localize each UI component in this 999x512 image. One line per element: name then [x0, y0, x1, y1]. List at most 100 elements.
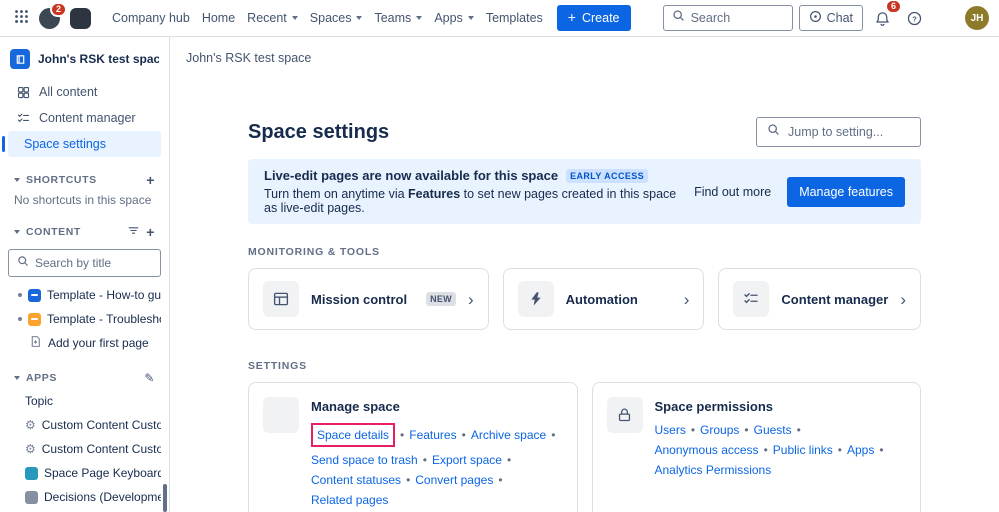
app-item-custom-content-1[interactable]: Custom Content Custo...: [8, 413, 161, 437]
separator-dot: •: [406, 473, 411, 487]
link-space-details[interactable]: Space details: [317, 428, 389, 442]
early-access-badge: EARLY ACCESS: [566, 168, 649, 183]
product-logo-icon[interactable]: [70, 7, 91, 29]
nav-templates-label: Templates: [485, 11, 543, 25]
decisions-app-icon: [25, 490, 38, 504]
sidebar-item-space-settings[interactable]: Space settings: [2, 131, 161, 157]
app-item-keyboard-shortcuts[interactable]: Space Page Keyboard ...: [8, 461, 161, 485]
user-avatar[interactable]: JH: [965, 6, 989, 30]
shortcuts-section-header[interactable]: SHORTCUTS: [8, 169, 161, 191]
tree-item-template-howto[interactable]: Template - How-to gui...: [8, 283, 161, 307]
link-users[interactable]: Users: [655, 423, 686, 437]
tree-item-template-troubleshoot[interactable]: Template - Troublesho...: [8, 307, 161, 331]
gear-icon: [25, 419, 36, 431]
link-groups[interactable]: Groups: [700, 423, 739, 437]
notifications-count-badge: 6: [884, 0, 902, 14]
manage-space-card: Manage space Space details • Features • …: [248, 382, 578, 512]
content-section-header[interactable]: CONTENT: [8, 221, 161, 243]
create-button[interactable]: Create: [556, 5, 631, 31]
app-item-decisions[interactable]: Decisions (Development): [8, 485, 161, 509]
link-features[interactable]: Features: [409, 428, 456, 442]
link-guests[interactable]: Guests: [754, 423, 792, 437]
add-shortcut-button[interactable]: [146, 173, 155, 187]
chevron-right-icon: [468, 291, 474, 308]
chat-button[interactable]: Chat: [798, 5, 863, 31]
global-search-input[interactable]: [690, 11, 784, 25]
notifications-button[interactable]: 6: [869, 0, 902, 31]
content-manager-card[interactable]: Content manager: [718, 268, 921, 330]
help-button[interactable]: ?: [901, 5, 927, 31]
link-send-space-to-trash[interactable]: Send space to trash: [311, 453, 418, 467]
tree-bullet: [18, 317, 22, 321]
main-content: John's RSK test space Space settings Liv…: [170, 37, 999, 512]
app-avatar[interactable]: 2: [39, 1, 67, 29]
find-out-more-link[interactable]: Find out more: [694, 185, 771, 199]
nav-spaces[interactable]: Spaces: [304, 5, 369, 31]
jump-to-setting-input[interactable]: [788, 125, 910, 139]
separator-dot: •: [422, 453, 427, 467]
link-related-pages[interactable]: Related pages: [311, 493, 388, 507]
app-item-label: Topic: [25, 394, 54, 408]
chevron-down-icon: [14, 178, 20, 182]
link-anonymous-access[interactable]: Anonymous access: [655, 443, 759, 457]
app-item-label: Decisions (Development): [44, 490, 161, 504]
add-content-button[interactable]: [146, 225, 155, 239]
space-name: John's RSK test space: [38, 52, 159, 66]
nav-company-hub[interactable]: Company hub: [106, 5, 196, 31]
link-analytics-permissions[interactable]: Analytics Permissions: [655, 463, 772, 477]
tree-item-label: Template - Troublesho...: [47, 312, 161, 326]
gear-icon: [25, 443, 36, 455]
global-search[interactable]: [662, 5, 793, 31]
nav-templates[interactable]: Templates: [480, 5, 549, 31]
app-item-topic[interactable]: Topic: [8, 389, 161, 413]
separator-dot: •: [551, 428, 556, 442]
separator-dot: •: [744, 423, 749, 437]
link-archive-space[interactable]: Archive space: [471, 428, 546, 442]
link-apps[interactable]: Apps: [847, 443, 874, 457]
separator-dot: •: [498, 473, 503, 487]
svg-text:?: ?: [912, 14, 917, 23]
mission-control-card[interactable]: Mission control NEW: [248, 268, 489, 330]
manage-features-button[interactable]: Manage features: [787, 176, 905, 207]
nav-recent[interactable]: Recent: [241, 5, 304, 31]
sidebar-search[interactable]: [8, 249, 161, 277]
tree-bullet: [18, 293, 22, 297]
app-item-custom-content-2[interactable]: Custom Content Custo...: [8, 437, 161, 461]
tree-item-add-first-page[interactable]: Add your first page: [8, 331, 161, 355]
apps-section-header[interactable]: APPS: [8, 367, 161, 389]
separator-dot: •: [837, 443, 842, 457]
app-switcher-button[interactable]: [8, 5, 34, 31]
nav-apps[interactable]: Apps: [428, 5, 480, 31]
chevron-right-icon: [900, 291, 906, 308]
link-content-statuses[interactable]: Content statuses: [311, 473, 401, 487]
separator-dot: •: [879, 443, 884, 457]
nav-home[interactable]: Home: [196, 5, 241, 31]
separator-dot: •: [400, 428, 405, 442]
manage-space-title: Manage space: [311, 399, 400, 414]
sidebar-search-input[interactable]: [35, 256, 152, 270]
plus-icon: [568, 11, 576, 25]
link-public-links[interactable]: Public links: [773, 443, 833, 457]
automation-card[interactable]: Automation: [502, 268, 705, 330]
nav-teams[interactable]: Teams: [368, 5, 428, 31]
separator-dot: •: [796, 423, 801, 437]
card-label: Automation: [565, 291, 638, 307]
app-item-label: Space Page Keyboard ...: [44, 466, 161, 480]
space-permissions-links: Users • Groups • Guests • Anonymous acce…: [655, 423, 907, 477]
filter-icon[interactable]: [127, 224, 140, 240]
jump-to-setting-search[interactable]: [756, 117, 921, 147]
sidebar-item-all-content[interactable]: All content: [8, 79, 161, 105]
sidebar-item-content-manager[interactable]: Content manager: [8, 105, 161, 131]
top-navigation-bar: 2 Company hub Home Recent Spaces Teams A…: [0, 0, 999, 37]
nav-recent-label: Recent: [247, 11, 287, 25]
link-convert-pages[interactable]: Convert pages: [415, 473, 493, 487]
edit-apps-icon[interactable]: [144, 372, 155, 384]
create-button-label: Create: [581, 11, 620, 25]
settings-button[interactable]: [933, 5, 959, 31]
banner-title: Live-edit pages are now available for th…: [264, 168, 559, 183]
nav-company-hub-label: Company hub: [112, 11, 190, 25]
space-header[interactable]: John's RSK test space: [8, 47, 161, 79]
sidebar-scrollbar[interactable]: [163, 484, 167, 512]
breadcrumb[interactable]: John's RSK test space: [186, 51, 311, 65]
link-export-space[interactable]: Export space: [432, 453, 502, 467]
